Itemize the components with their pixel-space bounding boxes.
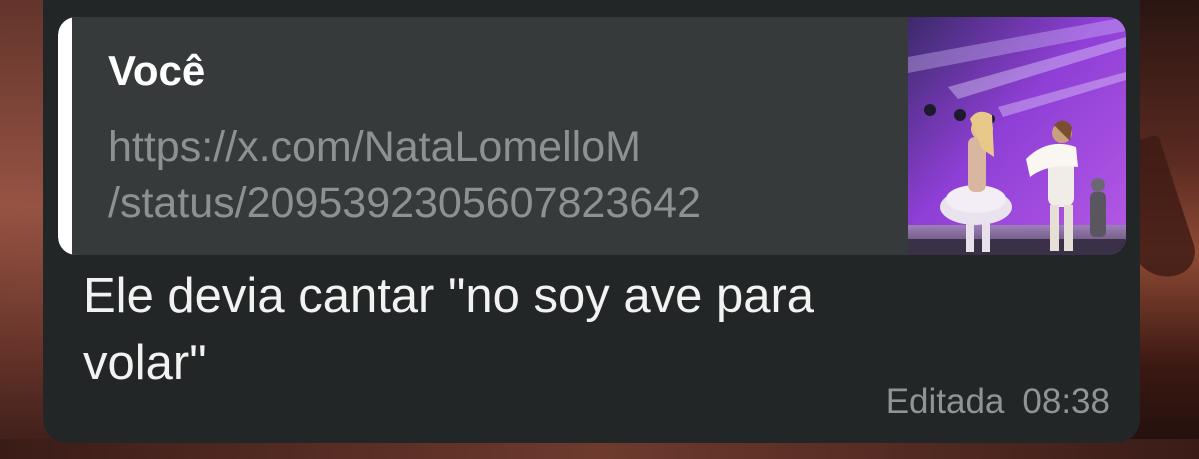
quote-link-line2: /status/2095392305607823642	[108, 179, 701, 227]
message-text-line2: volar"	[83, 336, 207, 390]
quote-link-line1: https://x.com/NataLomelloM	[108, 123, 641, 171]
quote-author: Você	[108, 47, 206, 94]
quoted-reply[interactable]: Você https://x.com/NataLomelloM /status/…	[58, 17, 1126, 255]
quote-link[interactable]: https://x.com/NataLomelloM /status/20953…	[108, 119, 898, 231]
outgoing-message-bubble[interactable]: Você https://x.com/NataLomelloM /status/…	[43, 0, 1140, 443]
message-time: 08:38	[1022, 382, 1110, 421]
quote-bar-edge	[72, 17, 82, 255]
message-text-line1: Ele devia cantar "no soy ave para	[83, 269, 815, 323]
edited-label: Editada	[885, 382, 1005, 421]
message-meta: Editada 08:38	[886, 382, 1110, 422]
quote-thumbnail[interactable]	[908, 17, 1126, 255]
concert-stage-photo-icon	[908, 17, 1126, 255]
message-text: Ele devia cantar "no soy ave para volar"	[83, 263, 1083, 397]
